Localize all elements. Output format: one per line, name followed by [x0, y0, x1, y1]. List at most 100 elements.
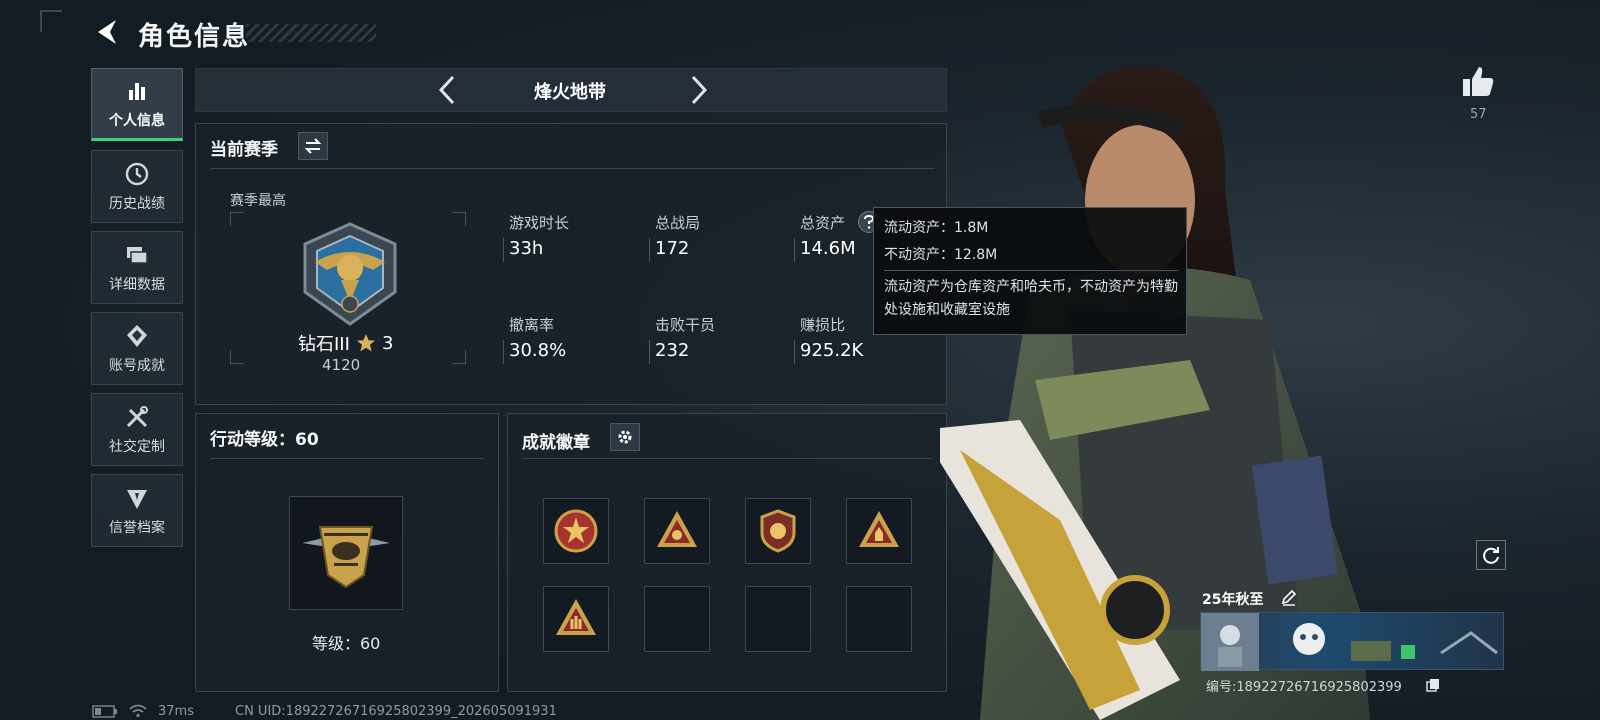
triangle-medal-icon [657, 511, 697, 547]
credit-icon [127, 489, 147, 509]
card-banner-art [1201, 613, 1498, 671]
mode-title: 烽火地带 [534, 82, 606, 103]
card-title: 25年秋至 [1202, 592, 1264, 608]
sidebar-item-credit[interactable]: 信誉档案 [91, 474, 183, 547]
sidebar-item-label: 历史战绩 [109, 195, 165, 212]
stat-label-matches: 总战局 [655, 214, 701, 232]
tooltip-liquid-assets: 流动资产：1.8M [884, 220, 989, 236]
tooltip-description: 流动资产为仓库资产和哈夫币，不动资产为特勤处设施和收藏室设施 [884, 279, 1178, 318]
wifi-icon [129, 704, 147, 718]
stat-value-profit-ratio: 925.2K [800, 340, 864, 361]
back-button[interactable] [90, 14, 126, 50]
divider [522, 458, 932, 459]
soldier-medal-icon [859, 511, 899, 547]
stat-divider [649, 238, 650, 262]
pencil-icon [1281, 589, 1297, 606]
bar-chart-icon [129, 82, 145, 100]
achievement-badge[interactable] [846, 498, 912, 564]
sidebar-item-label: 个人信息 [109, 112, 165, 129]
like-button[interactable] [1460, 64, 1496, 100]
achievement-badge[interactable] [745, 498, 811, 564]
stat-divider [794, 238, 795, 262]
sidebar-item-personal-info[interactable]: 个人信息 [91, 68, 183, 141]
sidebar-item-label: 信誉档案 [109, 519, 165, 536]
action-level-text: 等级：60 [312, 634, 381, 653]
page-title: 角色信息 [138, 22, 251, 52]
back-arrow-icon [98, 20, 116, 44]
stat-value-assets: 14.6M [800, 238, 856, 259]
thumbs-up-icon [1463, 67, 1494, 96]
divider [210, 168, 935, 169]
achievement-empty-slot[interactable] [644, 586, 710, 652]
season-heading: 当前赛季 [210, 140, 278, 160]
assets-tooltip: 流动资产：1.8M 不动资产：12.8M 流动资产为仓库资产和哈夫币，不动资产为… [873, 207, 1187, 335]
corner-decoration [40, 10, 62, 32]
rank-name: 钻石III [298, 334, 350, 355]
stat-label-playtime: 游戏时长 [509, 214, 570, 232]
sidebar-item-social[interactable]: 社交定制 [91, 393, 183, 466]
stat-value-kills: 232 [655, 340, 690, 361]
mode-prev-button[interactable] [430, 72, 466, 108]
action-level-heading: 行动等级：60 [210, 430, 319, 450]
card-id: 编号:18922726716925802399 [1206, 680, 1402, 695]
sidebar-item-label: 账号成就 [109, 357, 165, 374]
season-best-label: 赛季最高 [230, 193, 286, 209]
clock-icon [125, 162, 149, 185]
achievement-empty-slot[interactable] [745, 586, 811, 652]
stat-divider [649, 340, 650, 364]
stat-value-playtime: 33h [509, 238, 544, 259]
hand-medal-icon [556, 599, 596, 635]
action-level-badge-frame [289, 496, 403, 610]
swap-icon [304, 138, 322, 154]
divider [210, 458, 484, 459]
sidebar-item-label: 详细数据 [109, 276, 165, 293]
battery-icon [92, 705, 117, 718]
like-count: 57 [1470, 107, 1487, 122]
stat-label-assets: 总资产 [800, 214, 846, 232]
achievements-heading: 成就徽章 [522, 433, 590, 453]
copy-id-button[interactable] [1426, 677, 1440, 692]
refresh-icon [1483, 547, 1499, 564]
stat-label-extract-rate: 撤离率 [509, 316, 555, 334]
sidebar-item-achievements[interactable]: 账号成就 [91, 312, 183, 385]
card-banner[interactable] [1200, 612, 1504, 671]
gear-icon [618, 430, 632, 444]
tooltip-fixed-assets: 不动资产：12.8M [884, 247, 998, 263]
mode-next-button[interactable] [680, 72, 716, 108]
achievement-badge[interactable] [644, 498, 710, 564]
tooltip-divider [884, 270, 1178, 271]
helicopter-badge-icon [302, 526, 390, 589]
sidebar-item-history[interactable]: 历史战绩 [91, 150, 183, 223]
shield-medal-icon [760, 509, 796, 553]
achievement-icon [127, 324, 147, 347]
star-medal-icon [554, 509, 598, 553]
stat-value-matches: 172 [655, 238, 690, 259]
ping-text: 37ms [158, 704, 194, 719]
stat-label-profit-ratio: 赚损比 [800, 316, 846, 334]
stat-value-extract-rate: 30.8% [509, 340, 567, 361]
star-icon [356, 334, 375, 352]
achievement-badge[interactable] [543, 586, 609, 652]
chevron-right-icon [691, 75, 708, 105]
edit-card-button[interactable] [1280, 588, 1298, 606]
rotate-view-button[interactable] [1476, 540, 1506, 570]
rank-title: 钻石III 3 [298, 330, 393, 356]
achievement-empty-slot[interactable] [846, 586, 912, 652]
sidebar-item-label: 社交定制 [109, 438, 165, 455]
rank-score: 4120 [322, 356, 361, 374]
rank-emblem-icon [303, 222, 397, 326]
sidebar-item-detail-data[interactable]: 详细数据 [91, 231, 183, 304]
tools-icon [126, 405, 148, 427]
stat-label-kills: 击败干员 [655, 316, 716, 334]
season-switch-button[interactable] [298, 132, 328, 160]
title-decoration [246, 24, 376, 42]
stat-divider [503, 238, 504, 262]
copy-icon [1426, 679, 1439, 692]
stat-divider [794, 340, 795, 364]
achievements-settings-button[interactable] [610, 423, 640, 451]
achievement-badge[interactable] [543, 498, 609, 564]
chevron-left-icon [438, 75, 455, 105]
stat-divider [503, 340, 504, 364]
uid-text: CN UID:18922726716925802399_202605091931 [235, 704, 557, 719]
folders-icon [127, 246, 148, 264]
